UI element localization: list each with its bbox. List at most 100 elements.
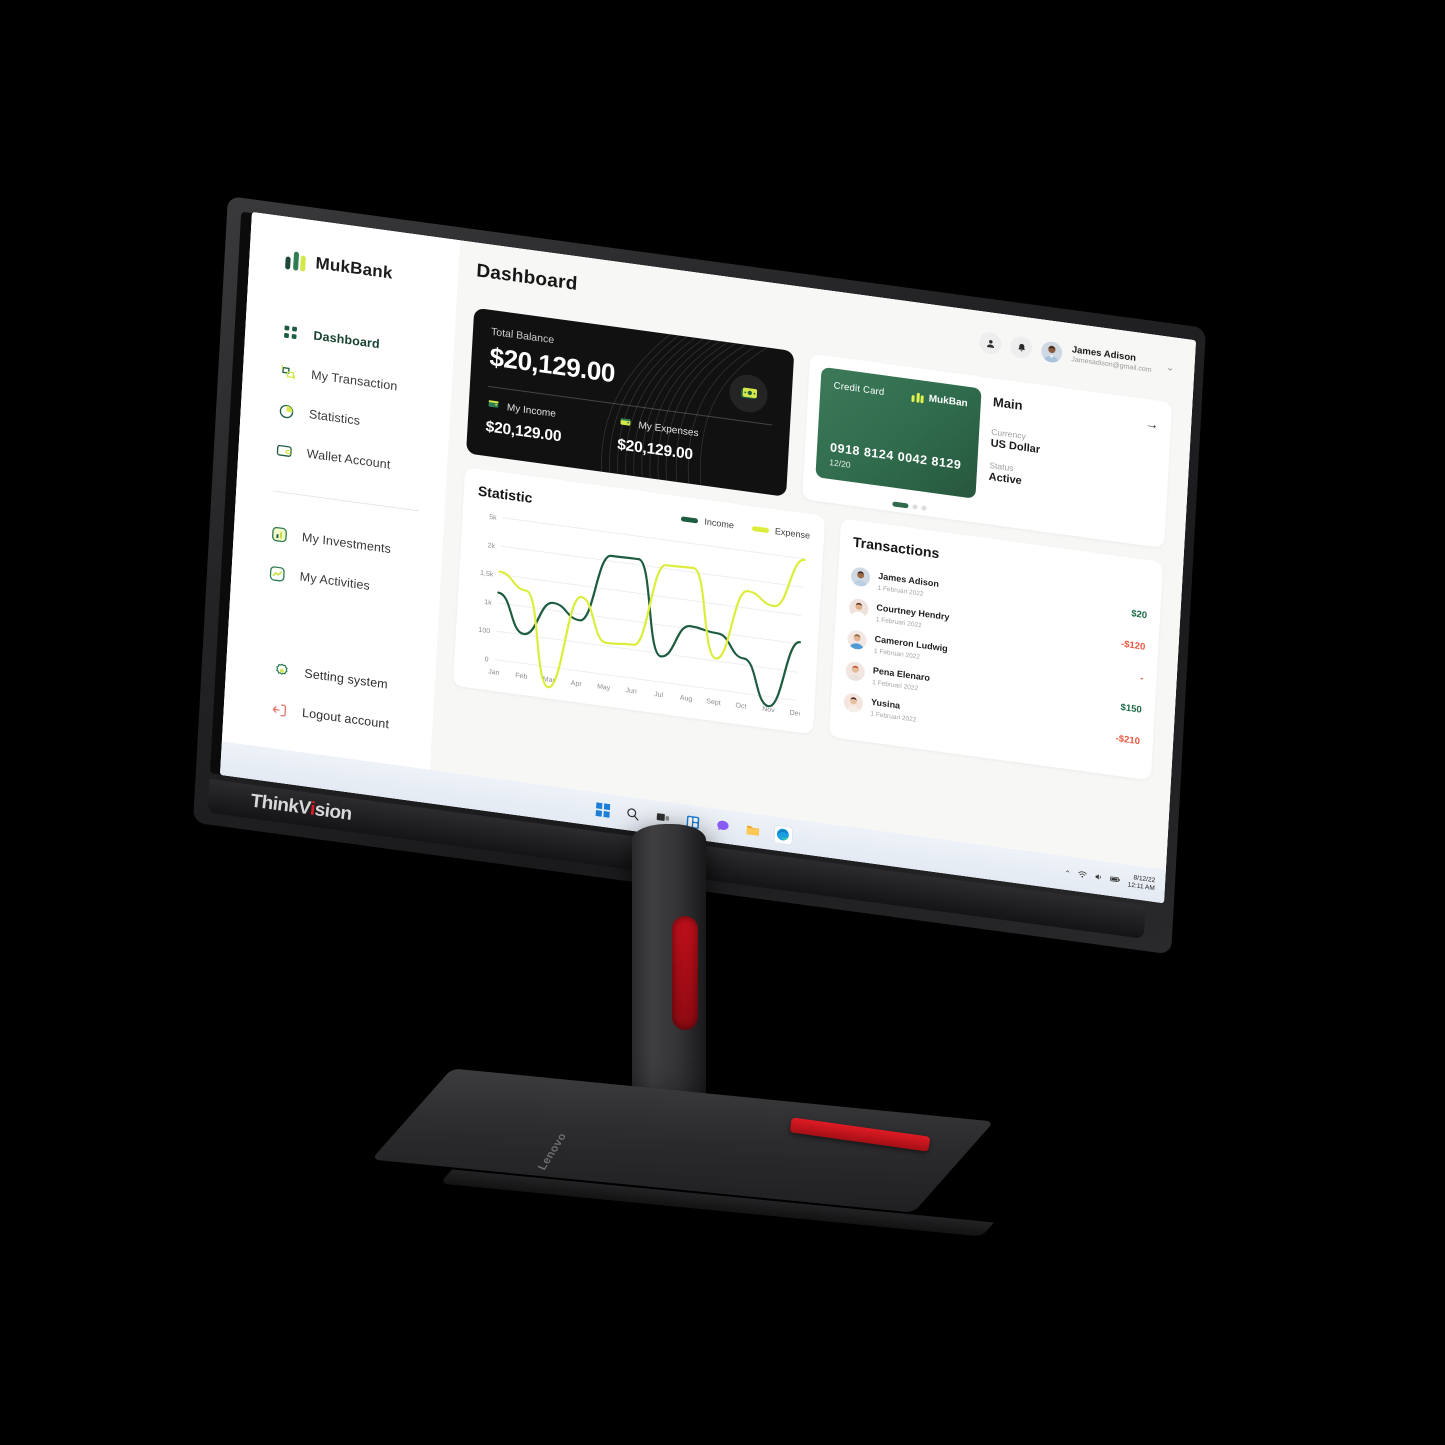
profile-icon[interactable] [979, 330, 1003, 356]
y-axis-tick: 100 [478, 627, 490, 636]
card-brand: MukBan [911, 391, 968, 409]
y-axis-tick: 2k [487, 542, 495, 550]
windows-start-icon[interactable] [594, 801, 612, 820]
sidebar-item-label: Logout account [301, 705, 390, 732]
sidebar-primary-nav: Dashboard My Transaction Statistics Wall… [238, 306, 469, 492]
sidebar-item-label: My Investments [301, 530, 392, 557]
search-icon[interactable] [624, 805, 642, 824]
statistic-title: Statistic [477, 482, 533, 506]
avatar [850, 565, 871, 588]
credit-card[interactable]: Credit Card MukBan 0918 8124 0042 8129 1… [815, 366, 982, 499]
y-axis-tick: 1k [484, 599, 492, 607]
wallet-green-icon [486, 397, 500, 415]
transaction-amount: $20 [1130, 607, 1148, 621]
chevron-down-icon[interactable]: ⌄ [1166, 362, 1175, 374]
x-axis-tick: Dec [789, 710, 802, 719]
grid-icon [281, 322, 301, 343]
sidebar-item-label: My Activities [299, 569, 371, 593]
transaction-amount: -$210 [1115, 732, 1141, 747]
bell-icon[interactable] [1010, 335, 1034, 360]
card-brand-name: MukBan [928, 393, 968, 410]
chart-svg: 5k2k1,5k1k1000Jan Feb Mar Apr May Jun Jul Aug Se… [478, 514, 806, 719]
credit-card-kind: Credit Card [833, 380, 885, 399]
pie-chart-icon [276, 400, 296, 421]
user-info: James Adison Jamesadison@gmail.com [1071, 344, 1152, 375]
legend-swatch [681, 515, 699, 524]
statistic-card: Statistic Income Expense 5k 2k 1,5k 1k 1… [452, 467, 826, 735]
x-axis-tick: Oct [735, 702, 746, 710]
page-title: Dashboard [475, 260, 579, 295]
transaction-date: 1 Februari 2022 [870, 710, 917, 724]
sidebar-footer-nav: Setting system Logout account [223, 643, 435, 750]
taskbar-clock[interactable]: 8/12/22 12:11 AM [1127, 873, 1156, 893]
x-axis-tick: Apr [571, 680, 583, 688]
card-details: Main → Currency US Dollar Status Active [987, 390, 1160, 535]
sidebar-secondary-nav: My Investments My Activities [231, 508, 443, 615]
sidebar-item-label: Wallet Account [306, 446, 391, 472]
y-axis-tick: 5k [489, 514, 497, 522]
transaction-icon [279, 361, 299, 382]
avatar[interactable] [1041, 340, 1063, 364]
network-icon[interactable] [1077, 866, 1087, 885]
transactions-list: James Adison 1 Februari 2022 $20 Courtney H… [843, 559, 1148, 757]
arrow-right-icon[interactable]: → [1145, 414, 1160, 432]
main-content: Dashboard James Adison Jamesadison@gmail… [429, 240, 1196, 870]
avatar [845, 660, 866, 682]
sidebar-divider [272, 490, 419, 512]
income-label: My Income [506, 401, 557, 420]
card-account-title: Main [992, 394, 1024, 413]
chat-icon[interactable] [714, 817, 732, 836]
transaction-amount: -$120 [1120, 638, 1146, 653]
transactions-card: Transactions James Adison 1 Februari 2022… [828, 518, 1164, 781]
header-actions: James Adison Jamesadison@gmail.com ⌄ [979, 330, 1175, 379]
x-axis-tick: May [597, 683, 611, 692]
brand-name: MukBank [315, 253, 394, 283]
carousel-dot[interactable] [912, 504, 918, 510]
volume-icon[interactable] [1093, 868, 1103, 887]
activity-icon [267, 563, 287, 584]
legend-item-expense[interactable]: Expense [751, 523, 811, 541]
sidebar-item-label: Dashboard [313, 328, 381, 352]
legend-label: Income [704, 516, 735, 531]
transaction-amount: $150 [1120, 701, 1143, 716]
mukbank-logo-icon [285, 250, 306, 272]
legend-item-income[interactable]: Income [681, 513, 734, 530]
stand-red-accent [672, 916, 698, 1030]
x-axis-tick: Jul [654, 691, 664, 699]
legend-label: Expense [774, 526, 811, 541]
sidebar-item-label: Setting system [303, 666, 389, 692]
legend-swatch [751, 525, 770, 533]
avatar [843, 691, 864, 713]
sidebar-item-label: Statistics [308, 407, 361, 428]
wallet-yellow-icon [618, 415, 632, 433]
chevron-up-icon[interactable]: ⌃ [1064, 868, 1071, 878]
mukbank-mark-icon [911, 392, 924, 403]
brand: MukBank [249, 238, 459, 300]
sidebar-item-label: My Transaction [310, 367, 398, 394]
file-explorer-icon[interactable] [744, 821, 762, 840]
x-axis-tick: Aug [680, 695, 693, 704]
scene: ThThinkVisioninkVision MukBank [0, 0, 1445, 1445]
card-carousel[interactable] [892, 501, 927, 511]
thinkvision-monitor: ThThinkVisioninkVision MukBank [0, 0, 1445, 1445]
carousel-dot[interactable] [921, 505, 927, 511]
wallet-icon [274, 440, 294, 461]
investment-icon [269, 523, 289, 544]
edge-browser-icon[interactable] [773, 825, 792, 845]
transaction-name: Yusina [870, 696, 901, 711]
x-axis-tick: Jun [625, 687, 637, 695]
avatar [848, 597, 869, 619]
chart-legend: Income Expense [681, 513, 811, 541]
line-chart: 5k 2k 1,5k 1k 100 0 Jan Feb Mar Apr May Jun Jul Aug Se… [467, 508, 809, 722]
x-axis-tick: Feb [515, 672, 528, 681]
logout-icon [270, 699, 290, 720]
transaction-amount: - [1140, 672, 1144, 684]
gear-icon [272, 660, 292, 681]
x-axis-tick: Sept [706, 698, 721, 707]
y-axis-tick: 1,5k [480, 570, 494, 579]
sidebar: MukBank Dashboard My Transaction Statist… [221, 212, 469, 770]
income-value: $20,129.00 [485, 418, 562, 446]
carousel-dot-active[interactable] [892, 501, 909, 509]
battery-icon[interactable] [1109, 870, 1121, 889]
avatar [846, 628, 868, 651]
